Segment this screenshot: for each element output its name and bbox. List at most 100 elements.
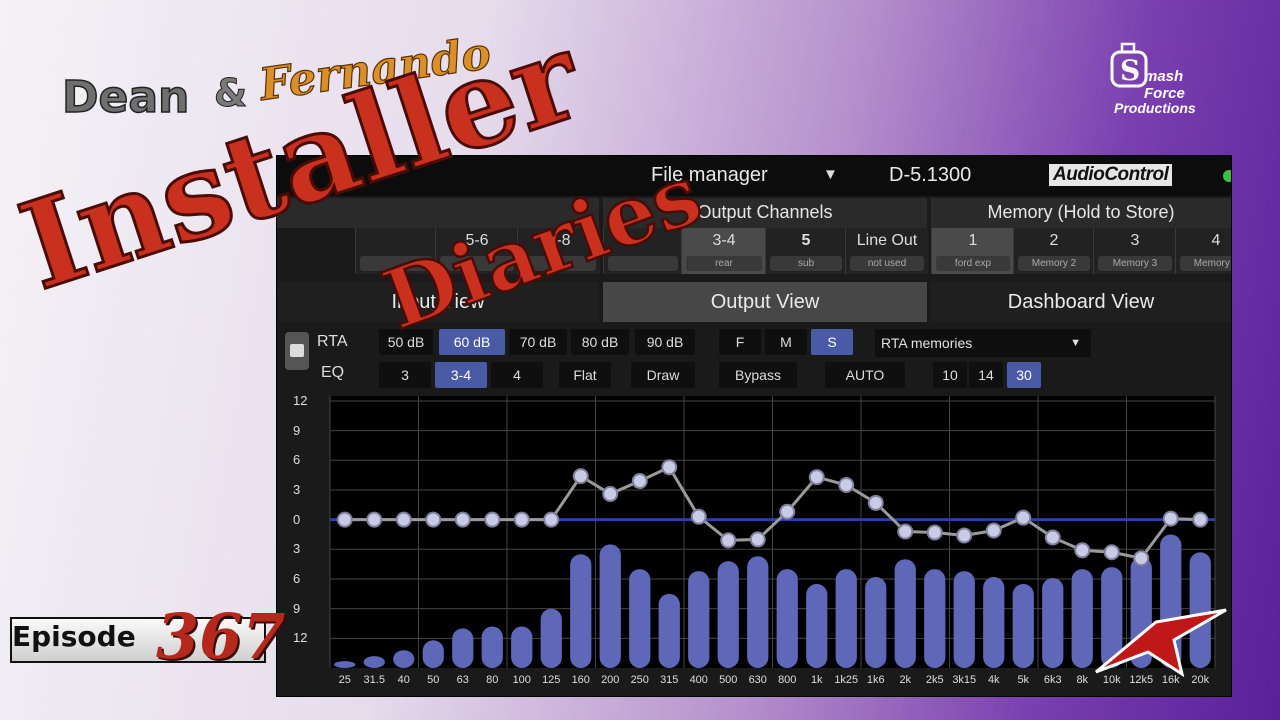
x-tick-label: 250 [630, 674, 649, 686]
star-logo-icon [1095, 608, 1227, 678]
svg-text:S: S [1120, 54, 1140, 87]
rta-bar [747, 556, 769, 668]
eq-point[interactable] [454, 511, 471, 528]
bands-14-button[interactable]: 14 [969, 362, 1003, 388]
memory-slot-3[interactable]: 3 Memory 3 [1093, 228, 1176, 274]
x-tick-label: 1k [810, 674, 823, 686]
rta-bar [894, 559, 916, 668]
rta-80db-button[interactable]: 80 dB [571, 329, 629, 355]
output-channel-line-out[interactable]: Line Out not used [845, 228, 928, 274]
eq-point[interactable] [336, 511, 353, 528]
y-tick-label: 12 [293, 392, 308, 408]
eq-point[interactable] [572, 468, 589, 485]
x-tick-label: 315 [660, 674, 679, 686]
eq-point[interactable] [631, 473, 648, 490]
x-tick-label: 630 [748, 674, 767, 686]
eq-point[interactable] [956, 527, 973, 544]
rta-label: RTA [317, 333, 348, 350]
rta-bar [1012, 583, 1034, 668]
eq-point[interactable] [867, 494, 884, 511]
panel-toggle-button[interactable] [285, 332, 309, 370]
eq-point[interactable] [985, 522, 1002, 539]
output-channel-5[interactable]: 5 sub [765, 228, 846, 274]
y-tick-label: 3 [293, 481, 301, 497]
eq-point[interactable] [1162, 510, 1179, 527]
x-tick-label: 160 [571, 674, 590, 686]
eq-point[interactable] [1133, 550, 1150, 567]
flat-button[interactable]: Flat [559, 362, 611, 388]
auto-button[interactable]: AUTO [825, 362, 905, 388]
eq-point[interactable] [543, 511, 560, 528]
x-tick-label: 6k3 [1043, 674, 1062, 686]
show-title-graphic: Dean & Fernando Installer Diaries [4, 4, 715, 330]
eq-point[interactable] [779, 503, 796, 520]
eq-point[interactable] [366, 511, 383, 528]
rta-bar [835, 569, 857, 668]
bands-30-button[interactable]: 30 [1007, 362, 1041, 388]
episode-number: 367 [156, 600, 286, 673]
rta-fast-button[interactable]: F [719, 329, 761, 355]
eq-point[interactable] [1192, 511, 1209, 528]
tab-dashboard-view[interactable]: Dashboard View [931, 282, 1231, 322]
bypass-button[interactable]: Bypass [719, 362, 797, 388]
eq-channel-3-4-button[interactable]: 3-4 [435, 362, 487, 388]
memory-header: Memory (Hold to Store) [931, 198, 1231, 228]
eq-point[interactable] [1044, 529, 1061, 546]
draw-button[interactable]: Draw [631, 362, 695, 388]
x-tick-label: 40 [397, 674, 410, 686]
status-led-icon [1223, 170, 1231, 182]
memory-slot-4[interactable]: 4Memory 4 [1175, 228, 1231, 274]
rta-bar [776, 569, 798, 668]
eq-point[interactable] [602, 485, 619, 502]
rta-70db-button[interactable]: 70 dB [509, 329, 567, 355]
window-icon [290, 344, 304, 357]
eq-point[interactable] [484, 511, 501, 528]
eq-point[interactable] [749, 531, 766, 548]
eq-point[interactable] [720, 532, 737, 549]
rta-bar [422, 640, 444, 668]
rta-slow-button[interactable]: S [811, 329, 853, 355]
eq-point[interactable] [1074, 542, 1091, 559]
memory-slot-2[interactable]: 2 Memory 2 [1013, 228, 1094, 274]
eq-point[interactable] [513, 511, 530, 528]
rta-bar [540, 608, 562, 668]
eq-point[interactable] [1015, 509, 1032, 526]
x-tick-label: 800 [778, 674, 797, 686]
y-tick-label: 9 [293, 600, 301, 616]
eq-point[interactable] [661, 459, 678, 476]
eq-point[interactable] [838, 477, 855, 494]
bands-10-button[interactable]: 10 [933, 362, 967, 388]
rta-bar [481, 626, 503, 668]
memory-slot-1[interactable]: 1 ford exp [931, 228, 1014, 274]
rta-bar [570, 554, 592, 668]
eq-point[interactable] [897, 523, 914, 540]
rta-50db-button[interactable]: 50 dB [379, 329, 433, 355]
rta-bar [452, 628, 474, 668]
rta-memories-select[interactable]: RTA memories ▼ [875, 329, 1091, 357]
rta-90db-button[interactable]: 90 dB [635, 329, 695, 355]
x-tick-label: 2k [899, 674, 912, 686]
chevron-down-icon[interactable]: ▼ [823, 166, 838, 183]
eq-point[interactable] [1103, 544, 1120, 561]
y-tick-label: 9 [293, 422, 301, 438]
eq-channel-3-button[interactable]: 3 [379, 362, 431, 388]
chevron-down-icon: ▼ [1070, 337, 1081, 349]
rta-bar [953, 571, 975, 668]
rta-bar [717, 561, 739, 668]
eq-point[interactable] [690, 508, 707, 525]
eq-point[interactable] [808, 469, 825, 486]
y-tick-label: 3 [293, 541, 301, 557]
rta-60db-button[interactable]: 60 dB [439, 329, 505, 355]
x-tick-label: 80 [486, 674, 499, 686]
eq-point[interactable] [425, 511, 442, 528]
eq-point[interactable] [395, 511, 412, 528]
eq-point[interactable] [926, 524, 943, 541]
eq-label: EQ [321, 364, 345, 381]
eq-channel-4-button[interactable]: 4 [491, 362, 543, 388]
x-tick-label: 25 [338, 674, 351, 686]
y-tick-label: 6 [293, 452, 301, 468]
brand-logo: AudioControl [1049, 164, 1173, 186]
rta-medium-button[interactable]: M [765, 329, 807, 355]
x-tick-label: 500 [719, 674, 738, 686]
x-tick-label: 3k15 [952, 674, 977, 686]
